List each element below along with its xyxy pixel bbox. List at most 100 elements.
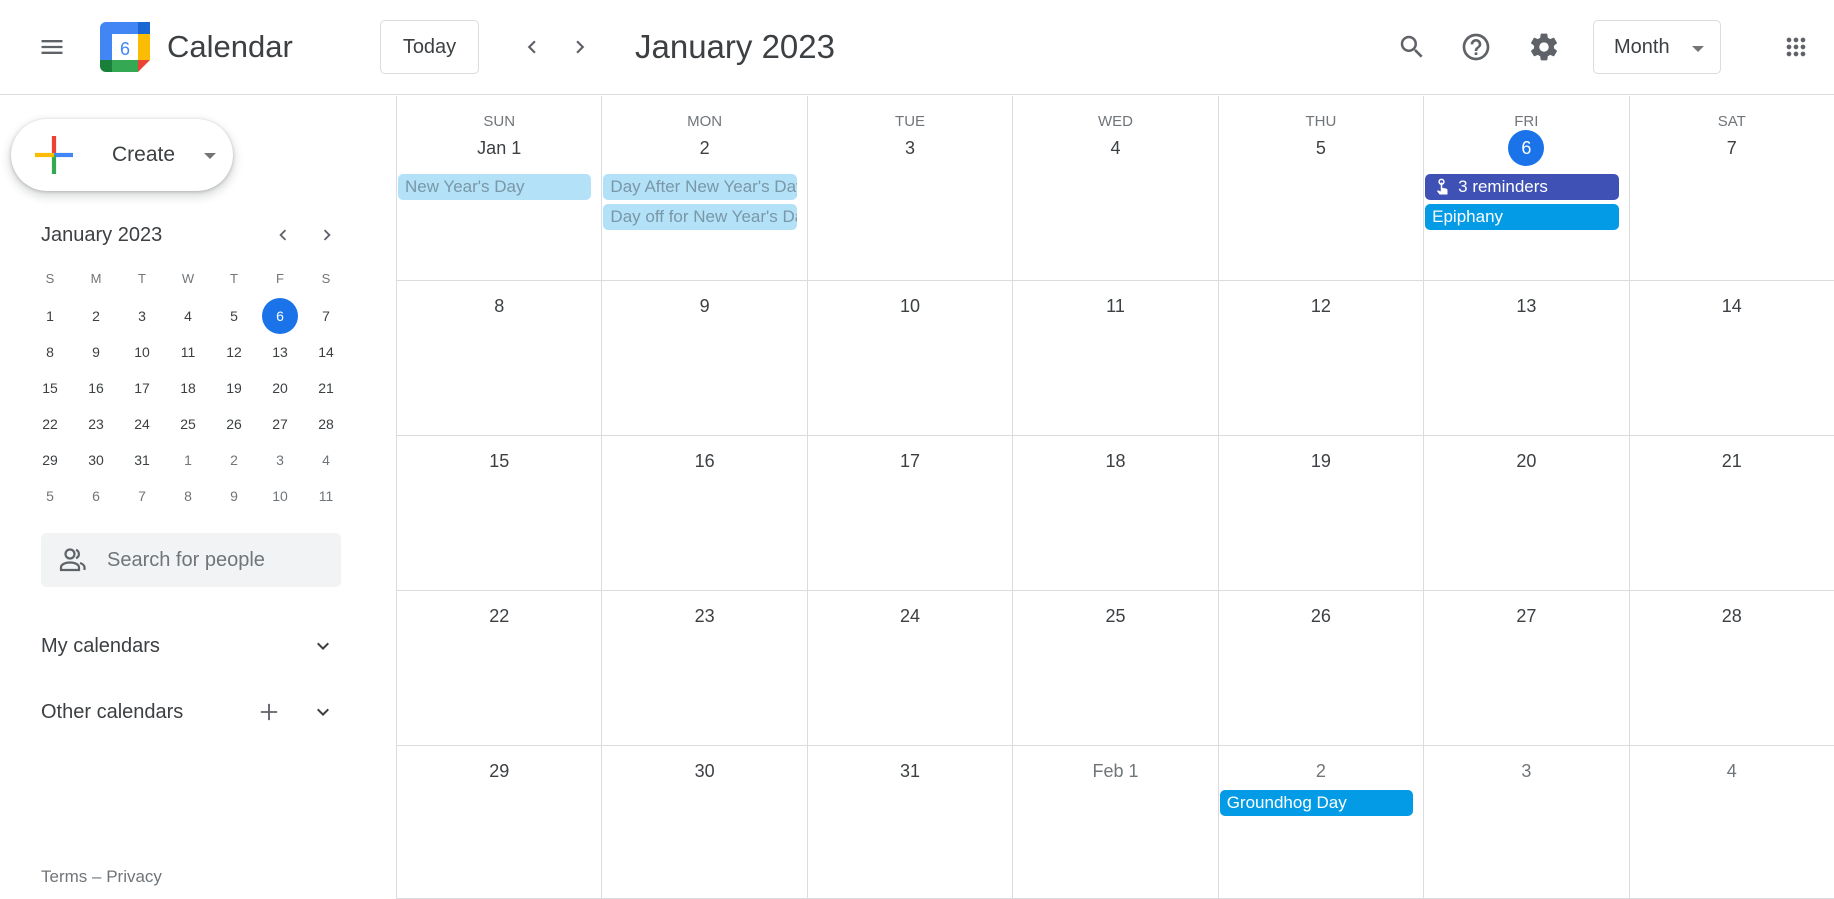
date-number[interactable]: 14 — [1722, 296, 1742, 316]
day-cell[interactable]: WED 4 — [1013, 96, 1219, 280]
mini-calendar-day[interactable]: 23 — [73, 406, 119, 442]
mini-calendar-day[interactable]: 8 — [27, 334, 73, 370]
day-cell[interactable]: 4 — [1630, 746, 1834, 898]
mini-calendar-day[interactable]: 29 — [27, 442, 73, 478]
day-cell[interactable]: 20 — [1424, 436, 1630, 590]
day-cell[interactable]: 28 — [1630, 591, 1834, 745]
day-cell[interactable]: 26 — [1219, 591, 1425, 745]
view-switcher-dropdown[interactable]: Month — [1593, 20, 1721, 74]
people-search-input[interactable] — [107, 533, 327, 587]
event-chip[interactable]: Epiphany — [1425, 204, 1619, 230]
date-number[interactable]: 16 — [695, 451, 715, 471]
day-cell[interactable]: 25 — [1013, 591, 1219, 745]
help-button[interactable] — [1452, 23, 1500, 71]
mini-calendar-day[interactable]: 11 — [165, 334, 211, 370]
date-number[interactable]: 25 — [1105, 606, 1125, 626]
day-cell[interactable]: TUE 3 — [808, 96, 1014, 280]
add-other-calendar-icon[interactable] — [255, 698, 283, 726]
date-number[interactable]: 3 — [1521, 761, 1531, 781]
date-number[interactable]: 30 — [695, 761, 715, 781]
day-cell[interactable]: 2 Groundhog Day — [1219, 746, 1425, 898]
date-number[interactable]: 4 — [1110, 138, 1120, 158]
privacy-link[interactable]: Privacy — [106, 867, 162, 886]
mini-calendar-day[interactable]: 26 — [211, 406, 257, 442]
event-chip[interactable]: Groundhog Day — [1219, 790, 1414, 816]
date-number[interactable]: 8 — [494, 296, 504, 316]
mini-calendar-day[interactable]: 15 — [27, 370, 73, 406]
date-number[interactable]: 9 — [700, 296, 710, 316]
chevron-down-icon[interactable] — [311, 700, 335, 724]
day-cell[interactable]: 12 — [1219, 281, 1425, 435]
mini-calendar-day[interactable]: 14 — [303, 334, 349, 370]
day-cell[interactable]: 19 — [1219, 436, 1425, 590]
date-number[interactable]: 26 — [1311, 606, 1331, 626]
day-cell[interactable]: 15 — [397, 436, 603, 590]
mini-calendar-day[interactable]: 10 — [119, 334, 165, 370]
mini-calendar-day-today[interactable]: 6 — [257, 298, 303, 334]
mini-calendar-day[interactable]: 19 — [211, 370, 257, 406]
day-cell[interactable]: 9 — [602, 281, 808, 435]
day-cell[interactable]: 10 — [808, 281, 1014, 435]
other-calendars-section[interactable]: Other calendars — [41, 692, 351, 732]
date-number[interactable]: 4 — [1727, 761, 1737, 781]
mini-calendar-day[interactable]: 17 — [119, 370, 165, 406]
mini-calendar-day[interactable]: 25 — [165, 406, 211, 442]
date-number[interactable]: 3 — [905, 138, 915, 158]
terms-link[interactable]: Terms — [41, 867, 87, 886]
date-number[interactable]: 11 — [1106, 296, 1125, 316]
mini-calendar-day[interactable]: 8 — [165, 478, 211, 514]
day-cell[interactable]: 11 — [1013, 281, 1219, 435]
day-cell[interactable]: 27 — [1424, 591, 1630, 745]
day-cell[interactable]: 23 — [602, 591, 808, 745]
date-number[interactable]: 27 — [1516, 606, 1536, 626]
mini-calendar-day[interactable]: 20 — [257, 370, 303, 406]
mini-calendar-day[interactable]: 2 — [211, 442, 257, 478]
mini-calendar-day[interactable]: 24 — [119, 406, 165, 442]
day-cell[interactable]: 17 — [808, 436, 1014, 590]
mini-calendar-day[interactable]: 9 — [73, 334, 119, 370]
date-number[interactable]: 13 — [1516, 296, 1536, 316]
day-cell[interactable]: THU 5 — [1219, 96, 1425, 280]
mini-calendar-day[interactable]: 4 — [303, 442, 349, 478]
date-number[interactable]: 29 — [489, 761, 509, 781]
day-cell[interactable]: SUN Jan 1 New Year's Day — [397, 96, 603, 280]
day-cell[interactable]: 31 — [808, 746, 1014, 898]
next-period-button[interactable] — [556, 23, 604, 71]
date-number[interactable]: 20 — [1516, 451, 1536, 471]
mini-calendar-day[interactable]: 22 — [27, 406, 73, 442]
mini-calendar-day[interactable]: 10 — [257, 478, 303, 514]
date-number-today[interactable]: 6 — [1508, 130, 1545, 166]
date-number[interactable]: 5 — [1316, 138, 1326, 158]
mini-calendar-day[interactable]: 30 — [73, 442, 119, 478]
mini-calendar-day[interactable]: 18 — [165, 370, 211, 406]
search-button[interactable] — [1388, 23, 1436, 71]
date-number[interactable]: 22 — [489, 606, 509, 626]
date-number[interactable]: 10 — [900, 296, 920, 316]
day-cell[interactable]: 14 — [1630, 281, 1834, 435]
date-number[interactable]: 2 — [700, 138, 710, 158]
mini-calendar-day[interactable]: 2 — [73, 298, 119, 334]
day-cell[interactable]: 22 — [397, 591, 603, 745]
date-number[interactable]: 2 — [1316, 761, 1326, 781]
date-number[interactable]: 28 — [1722, 606, 1742, 626]
mini-calendar-next-button[interactable] — [308, 216, 346, 254]
mini-calendar-day[interactable]: 16 — [73, 370, 119, 406]
main-menu-button[interactable] — [28, 23, 76, 71]
create-button[interactable]: Create — [11, 119, 233, 191]
mini-calendar-day[interactable]: 3 — [119, 298, 165, 334]
mini-calendar-day[interactable]: 27 — [257, 406, 303, 442]
my-calendars-section[interactable]: My calendars — [41, 626, 351, 666]
mini-calendar-day[interactable]: 28 — [303, 406, 349, 442]
day-cell[interactable]: 18 — [1013, 436, 1219, 590]
day-cell[interactable]: 8 — [397, 281, 603, 435]
date-number[interactable]: 31 — [900, 761, 920, 781]
day-cell[interactable]: FRI 6 3 reminders Epiphany — [1424, 96, 1630, 280]
date-number[interactable]: 24 — [900, 606, 920, 626]
event-chip[interactable]: Day After New Year's Day — [603, 174, 797, 200]
mini-calendar-day[interactable]: 3 — [257, 442, 303, 478]
date-number[interactable]: 21 — [1722, 451, 1742, 471]
day-cell[interactable]: 21 — [1630, 436, 1834, 590]
day-cell[interactable]: 30 — [602, 746, 808, 898]
create-dropdown-caret-icon[interactable] — [204, 153, 216, 159]
date-number[interactable]: 15 — [489, 451, 509, 471]
